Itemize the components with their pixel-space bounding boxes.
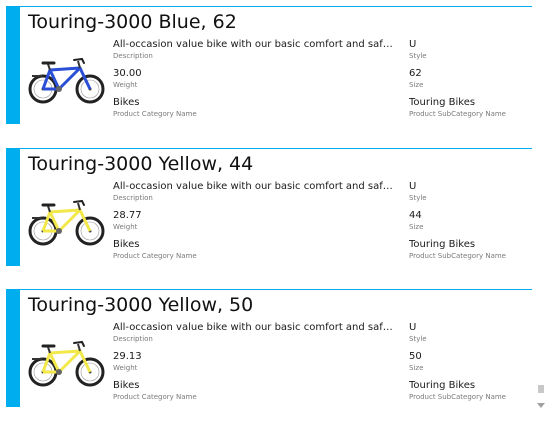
card-top-border — [20, 148, 532, 149]
description-value: All-occasion value bike with our basic c… — [113, 322, 393, 333]
card-accent-bar — [6, 289, 20, 407]
weight-field: 28.77 Weight — [113, 209, 313, 232]
weight-field: 29.13 Weight — [113, 350, 313, 373]
style-value: U — [409, 39, 417, 50]
style-label: Style — [409, 335, 427, 343]
category-field: Bikes Product Category Name — [113, 96, 313, 119]
description-field: All-occasion value bike with our basic c… — [113, 38, 393, 61]
weight-value: 28.77 — [113, 210, 142, 221]
weight-value: 29.13 — [113, 351, 142, 362]
bike-image — [28, 199, 105, 246]
description-value: All-occasion value bike with our basic c… — [113, 39, 393, 50]
size-field: 44 Size — [409, 209, 529, 232]
description-field: All-occasion value bike with our basic c… — [113, 321, 393, 344]
category-field: Bikes Product Category Name — [113, 379, 313, 402]
description-field: All-occasion value bike with our basic c… — [113, 180, 393, 203]
category-label: Product Category Name — [113, 393, 197, 401]
vertical-scrollbar[interactable] — [535, 0, 547, 425]
subcategory-label: Product SubCategory Name — [409, 110, 506, 118]
description-value: All-occasion value bike with our basic c… — [113, 181, 393, 192]
subcategory-value: Touring Bikes — [409, 380, 476, 391]
category-value: Bikes — [113, 97, 140, 108]
style-field: U Style — [409, 38, 529, 61]
size-label: Size — [409, 223, 424, 231]
subcategory-field: Touring Bikes Product SubCategory Name — [409, 238, 531, 261]
size-value: 44 — [409, 210, 422, 221]
category-field: Bikes Product Category Name — [113, 238, 313, 261]
style-value: U — [409, 322, 417, 333]
size-value: 62 — [409, 68, 422, 79]
card-accent-bar — [6, 6, 20, 124]
product-card[interactable]: Touring-3000 Yellow, 50 All-occasion val… — [6, 289, 532, 407]
product-title: Touring-3000 Yellow, 50 — [28, 294, 254, 316]
style-label: Style — [409, 52, 427, 60]
category-label: Product Category Name — [113, 252, 197, 260]
style-field: U Style — [409, 180, 529, 203]
subcategory-value: Touring Bikes — [409, 239, 476, 250]
weight-label: Weight — [113, 364, 138, 372]
size-label: Size — [409, 364, 424, 372]
weight-label: Weight — [113, 81, 138, 89]
card-accent-bar — [6, 148, 20, 266]
product-title: Touring-3000 Blue, 62 — [28, 11, 237, 33]
weight-field: 30.00 Weight — [113, 67, 313, 90]
category-label: Product Category Name — [113, 110, 197, 118]
chevron-down-icon[interactable] — [537, 403, 545, 408]
size-label: Size — [409, 81, 424, 89]
size-value: 50 — [409, 351, 422, 362]
card-top-border — [20, 289, 532, 290]
weight-value: 30.00 — [113, 68, 142, 79]
card-top-border — [20, 6, 532, 7]
weight-label: Weight — [113, 223, 138, 231]
description-label: Description — [113, 194, 153, 202]
scrollbar-thumb[interactable] — [538, 385, 544, 393]
product-card[interactable]: Touring-3000 Yellow, 44 All-occasion val… — [6, 148, 532, 266]
subcategory-label: Product SubCategory Name — [409, 393, 506, 401]
bike-image — [28, 57, 105, 104]
product-card-list: Touring-3000 Blue, 62 All-occasion value… — [0, 0, 532, 425]
subcategory-value: Touring Bikes — [409, 97, 476, 108]
description-label: Description — [113, 52, 153, 60]
product-card[interactable]: Touring-3000 Blue, 62 All-occasion value… — [6, 6, 532, 124]
category-value: Bikes — [113, 380, 140, 391]
description-label: Description — [113, 335, 153, 343]
style-value: U — [409, 181, 417, 192]
style-label: Style — [409, 194, 427, 202]
style-field: U Style — [409, 321, 529, 344]
subcategory-field: Touring Bikes Product SubCategory Name — [409, 379, 531, 402]
subcategory-label: Product SubCategory Name — [409, 252, 506, 260]
product-title: Touring-3000 Yellow, 44 — [28, 153, 254, 175]
subcategory-field: Touring Bikes Product SubCategory Name — [409, 96, 531, 119]
bike-image — [28, 340, 105, 387]
category-value: Bikes — [113, 239, 140, 250]
size-field: 50 Size — [409, 350, 529, 373]
size-field: 62 Size — [409, 67, 529, 90]
